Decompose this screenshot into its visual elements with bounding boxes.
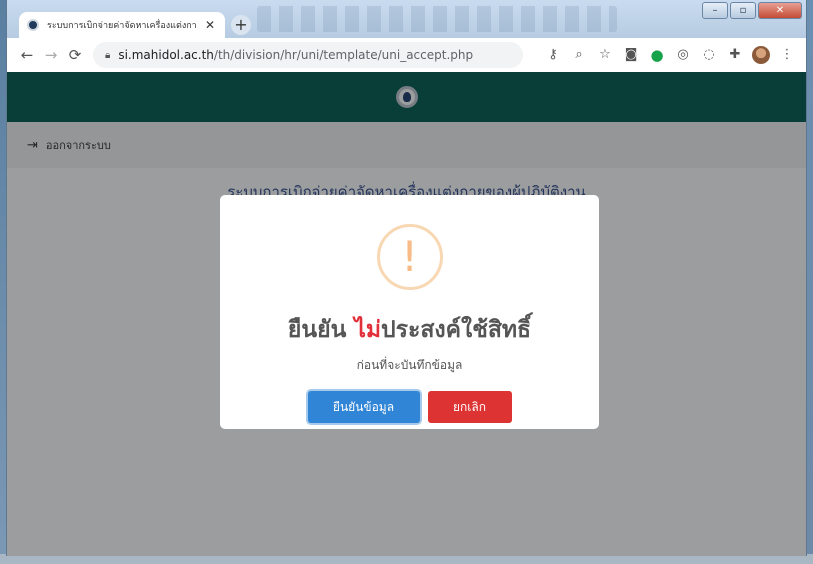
dialog-actions: ยืนยันข้อมูล ยกเลิก (220, 391, 599, 423)
tab-title: ระบบการเบิกจ่ายค่าจัดหาเครื่องแต่งกาย (47, 21, 197, 31)
reload-icon[interactable]: ⟳ (63, 46, 87, 64)
puzzle-icon[interactable]: ✚ (726, 46, 744, 64)
favicon-icon (27, 19, 39, 31)
warning-icon: ! (376, 224, 443, 290)
key-icon[interactable]: ⚷ (544, 46, 562, 64)
menu-icon[interactable]: ⋮ (778, 46, 796, 64)
lock-icon[interactable]: 🔒︎ (105, 50, 110, 61)
desktop-right-edge (807, 0, 813, 564)
address-bar[interactable]: 🔒︎ si.mahidol.ac.th/th/division/hr/uni/t… (93, 42, 523, 68)
camera-icon[interactable]: ◙ (622, 46, 640, 64)
toolbar-actions: ⚷ ⌕ ☆ ◙ ● ◎ ◌ ✚ ⋮ (544, 46, 806, 64)
close-window-button[interactable]: ✕ (758, 2, 802, 19)
window-controls: – ▫ ✕ (702, 2, 802, 19)
extension-icon[interactable]: ◌ (700, 46, 718, 64)
forward-arrow-icon[interactable]: → (39, 46, 63, 64)
url-text: si.mahidol.ac.th/th/division/hr/uni/temp… (118, 48, 473, 62)
star-icon[interactable]: ☆ (596, 46, 614, 64)
dialog-title: ยืนยัน ไม่ประสงค์ใช้สิทธิ์ (220, 312, 599, 348)
zoom-icon[interactable]: ⌕ (570, 46, 588, 64)
web-page: ⇥ ออกจากระบบ ระบบการเบิกจ่ายค่าจัดหาเครื… (7, 72, 806, 556)
dialog-title-highlight: ไม่ (354, 317, 382, 343)
tab-strip: ระบบการเบิกจ่ายค่าจัดหาเครื่องแต่งกาย ✕ … (7, 0, 806, 38)
confirm-dialog: ! ยืนยัน ไม่ประสงค์ใช้สิทธิ์ ก่อนที่จะบั… (220, 195, 599, 429)
dialog-title-suffix: ประสงค์ใช้สิทธิ์ (381, 317, 532, 343)
confirm-button[interactable]: ยืนยันข้อมูล (307, 391, 420, 423)
avatar[interactable] (752, 46, 770, 64)
browser-window: ระบบการเบิกจ่ายค่าจัดหาเครื่องแต่งกาย ✕ … (6, 0, 807, 556)
browser-tab-active[interactable]: ระบบการเบิกจ่ายค่าจัดหาเครื่องแต่งกาย ✕ (19, 12, 225, 38)
url-host: si.mahidol.ac.th (118, 48, 214, 62)
maximize-button[interactable]: ▫ (730, 2, 756, 19)
close-tab-icon[interactable]: ✕ (203, 18, 217, 32)
back-arrow-icon[interactable]: ← (15, 46, 39, 64)
browser-toolbar: ← → ⟳ 🔒︎ si.mahidol.ac.th/th/division/hr… (7, 38, 806, 72)
grammarly-icon[interactable]: ● (648, 46, 666, 64)
dialog-message: ก่อนที่จะบันทึกข้อมูล (356, 358, 463, 372)
background-window-content (257, 6, 617, 32)
new-tab-button[interactable]: + (231, 15, 251, 35)
extension-icon[interactable]: ◎ (674, 46, 692, 64)
minimize-button[interactable]: – (702, 2, 728, 19)
url-path: /th/division/hr/uni/template/uni_accept.… (213, 48, 474, 62)
dialog-title-prefix: ยืนยัน (287, 317, 355, 343)
cancel-button[interactable]: ยกเลิก (427, 391, 512, 423)
